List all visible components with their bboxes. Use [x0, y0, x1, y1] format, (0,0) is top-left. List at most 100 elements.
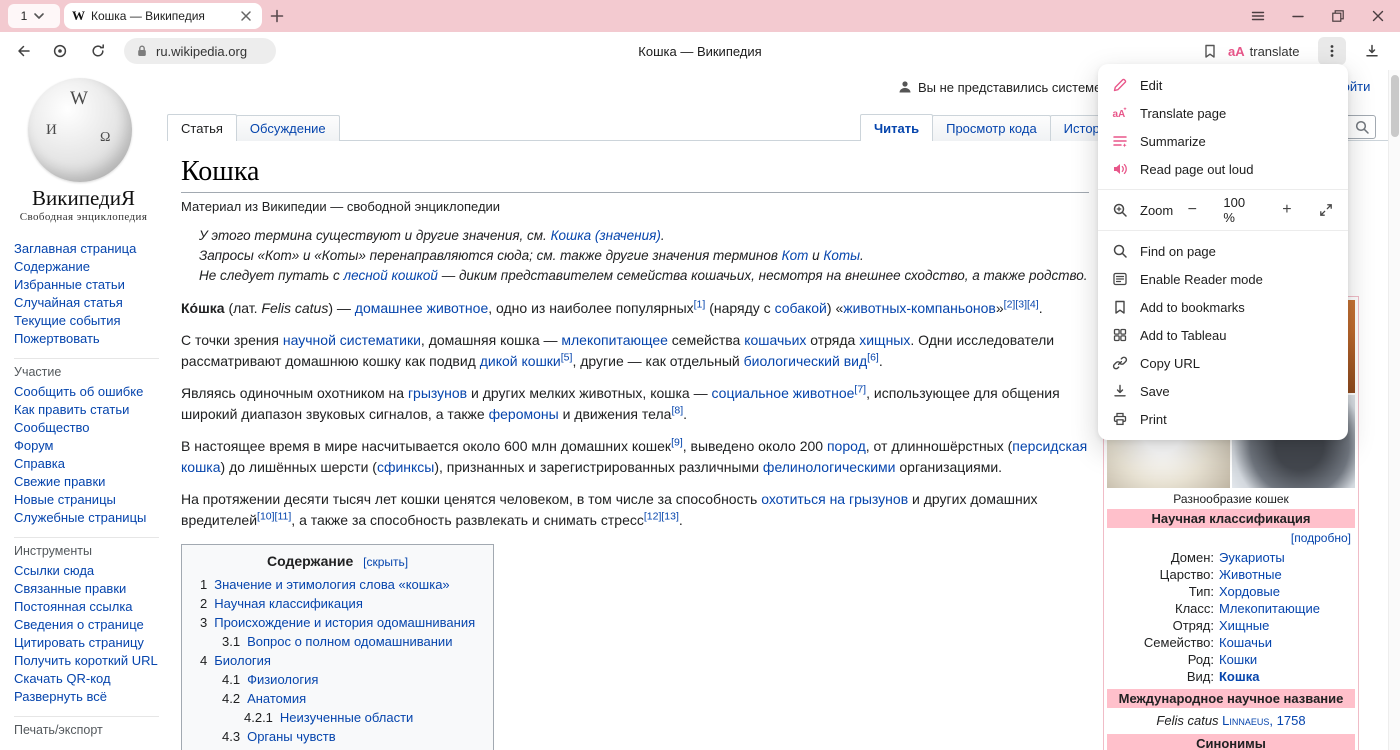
taxonomy-value-link[interactable]: Хищные: [1219, 617, 1269, 634]
menu-item-translate[interactable]: аА Translate page: [1098, 99, 1348, 127]
inline-link[interactable]: лесной кошкой: [344, 268, 438, 283]
menu-item-read-aloud[interactable]: Read page out loud: [1098, 155, 1348, 183]
sidebar-link[interactable]: Избранные статьи: [14, 276, 159, 294]
toc-item[interactable]: 4.3Органы чувств: [222, 727, 475, 746]
menu-item-add-bookmark[interactable]: Add to bookmarks: [1098, 293, 1348, 321]
reload-button[interactable]: [84, 37, 112, 65]
inline-link[interactable]: Кот: [782, 248, 809, 263]
inline-link[interactable]: пород: [827, 438, 866, 454]
toc-item[interactable]: 2Научная классификация: [200, 594, 475, 613]
page-tab[interactable]: Статья: [167, 114, 237, 141]
inline-link[interactable]: грызунов: [408, 385, 467, 401]
downloads-button[interactable]: [1358, 37, 1386, 65]
reference-link[interactable]: [6]: [867, 351, 879, 363]
taxonomy-value-link[interactable]: Кошка: [1219, 668, 1259, 685]
reference-link[interactable]: [7]: [854, 383, 866, 395]
reference-link[interactable]: [9]: [671, 436, 683, 448]
toc-item[interactable]: 4.2Анатомия: [222, 689, 475, 708]
browser-tab[interactable]: W Кошка — Википедия: [64, 3, 262, 29]
menu-item-reader-mode[interactable]: Enable Reader mode: [1098, 265, 1348, 293]
inline-link[interactable]: кошачьих: [744, 332, 806, 348]
inline-link[interactable]: дикой кошки: [480, 353, 561, 369]
menu-item-edit[interactable]: Edit: [1098, 71, 1348, 99]
menu-item-summarize[interactable]: Summarize: [1098, 127, 1348, 155]
wikipedia-globe-logo[interactable]: W И Ω: [28, 78, 132, 182]
sidebar-link[interactable]: Сообщество: [14, 419, 159, 437]
sidebar-link[interactable]: Текущие события: [14, 312, 159, 330]
sidebar-link[interactable]: Сообщить об ошибке: [14, 383, 159, 401]
menu-item-add-tableau[interactable]: Add to Tableau: [1098, 321, 1348, 349]
toc-item[interactable]: 3.1Вопрос о полном одомашнивании: [222, 632, 475, 651]
translate-button[interactable]: аА translate: [1228, 38, 1300, 64]
menu-item-copy-url[interactable]: Copy URL: [1098, 349, 1348, 377]
zoom-in-button[interactable]: +: [1280, 201, 1294, 219]
toc-item[interactable]: 4.3.1Зрение: [244, 746, 475, 750]
sidebar-link[interactable]: Содержание: [14, 258, 159, 276]
inline-link[interactable]: социальное животное: [712, 385, 855, 401]
scrollbar-thumb[interactable]: [1391, 75, 1399, 137]
inline-link[interactable]: млекопитающее: [561, 332, 668, 348]
sidebar-link[interactable]: Пожертвовать: [14, 330, 159, 348]
minimize-button[interactable]: [1280, 0, 1316, 32]
toc-item[interactable]: 4.1Физиология: [222, 670, 475, 689]
inline-link[interactable]: феромоны: [489, 406, 559, 422]
toc-hide-link[interactable]: [скрыть]: [363, 555, 408, 569]
reference-link[interactable]: [10][11]: [257, 510, 291, 522]
inline-link[interactable]: домашнее животное: [355, 300, 488, 316]
search-icon[interactable]: [1354, 119, 1370, 135]
view-tab[interactable]: Просмотр кода: [932, 115, 1051, 141]
page-tab[interactable]: Обсуждение: [236, 115, 340, 141]
toc-item[interactable]: 3Происхождение и история одомашнивания: [200, 613, 475, 632]
inline-link[interactable]: биологический вид: [744, 353, 868, 369]
inline-link[interactable]: хищных: [859, 332, 910, 348]
sidebar-link[interactable]: Цитировать страницу: [14, 634, 159, 652]
scrollbar-track[interactable]: [1388, 70, 1400, 750]
inline-link[interactable]: сфинксы: [377, 459, 434, 475]
tab-counter-button[interactable]: 1: [8, 4, 60, 28]
alice-assistant-button[interactable]: [46, 37, 74, 65]
sidebar-link[interactable]: Форум: [14, 437, 159, 455]
sidebar-link[interactable]: Связанные правки: [14, 580, 159, 598]
inline-link[interactable]: собакой: [775, 300, 827, 316]
menu-item-find-on-page[interactable]: Find on page: [1098, 237, 1348, 265]
inline-link[interactable]: Linnaeus, 1758: [1222, 713, 1305, 728]
reference-link[interactable]: [1]: [694, 298, 706, 310]
sidebar-link[interactable]: Заглавная страница: [14, 240, 159, 258]
sidebar-link[interactable]: Сведения о странице: [14, 616, 159, 634]
reference-link[interactable]: [5]: [561, 351, 573, 363]
back-button[interactable]: [10, 37, 38, 65]
menu-item-save[interactable]: Save: [1098, 377, 1348, 405]
more-options-button[interactable]: [1318, 37, 1346, 65]
toolbar-page-title[interactable]: Кошка — Википедия: [380, 32, 1020, 70]
inline-link[interactable]: охотиться на грызунов: [761, 491, 908, 507]
toc-item[interactable]: 1Значение и этимология слова «кошка»: [200, 575, 475, 594]
taxonomy-value-link[interactable]: Кошки: [1219, 651, 1257, 668]
sidebar-link[interactable]: Случайная статья: [14, 294, 159, 312]
reference-link[interactable]: [2][3][4]: [1004, 298, 1039, 310]
inline-link[interactable]: фелинологическими: [763, 459, 896, 475]
tab-close-icon[interactable]: [238, 8, 254, 24]
zoom-out-button[interactable]: −: [1185, 201, 1199, 219]
sidebar-link[interactable]: Справка: [14, 455, 159, 473]
close-window-button[interactable]: [1360, 0, 1396, 32]
inline-link[interactable]: научной систематики: [283, 332, 421, 348]
sidebar-link[interactable]: Получить короткий URL: [14, 652, 159, 670]
sidebar-link[interactable]: Постоянная ссылка: [14, 598, 159, 616]
reference-link[interactable]: [12][13]: [644, 510, 679, 522]
reference-link[interactable]: [8]: [671, 404, 683, 416]
toc-item[interactable]: 4Биология: [200, 651, 475, 670]
sidebar-link[interactable]: Развернуть всё: [14, 688, 159, 706]
sidebar-link[interactable]: Свежие правки: [14, 473, 159, 491]
sidebar-link[interactable]: Как править статьи: [14, 401, 159, 419]
taxonomy-value-link[interactable]: Эукариоты: [1219, 549, 1285, 566]
inline-link[interactable]: Коты: [823, 248, 860, 263]
taxonomy-value-link[interactable]: Млекопитающие: [1219, 600, 1320, 617]
sidebar-link[interactable]: Служебные страницы: [14, 509, 159, 527]
inline-link[interactable]: Кошка (значения): [551, 228, 661, 243]
sidebar-link[interactable]: Новые страницы: [14, 491, 159, 509]
menu-item-print[interactable]: Print: [1098, 405, 1348, 433]
add-bookmark-button[interactable]: [1196, 37, 1224, 65]
inline-link[interactable]: животных-компаньонов: [843, 300, 996, 316]
fullscreen-icon[interactable]: [1318, 202, 1334, 218]
taxonomy-value-link[interactable]: Животные: [1219, 566, 1282, 583]
